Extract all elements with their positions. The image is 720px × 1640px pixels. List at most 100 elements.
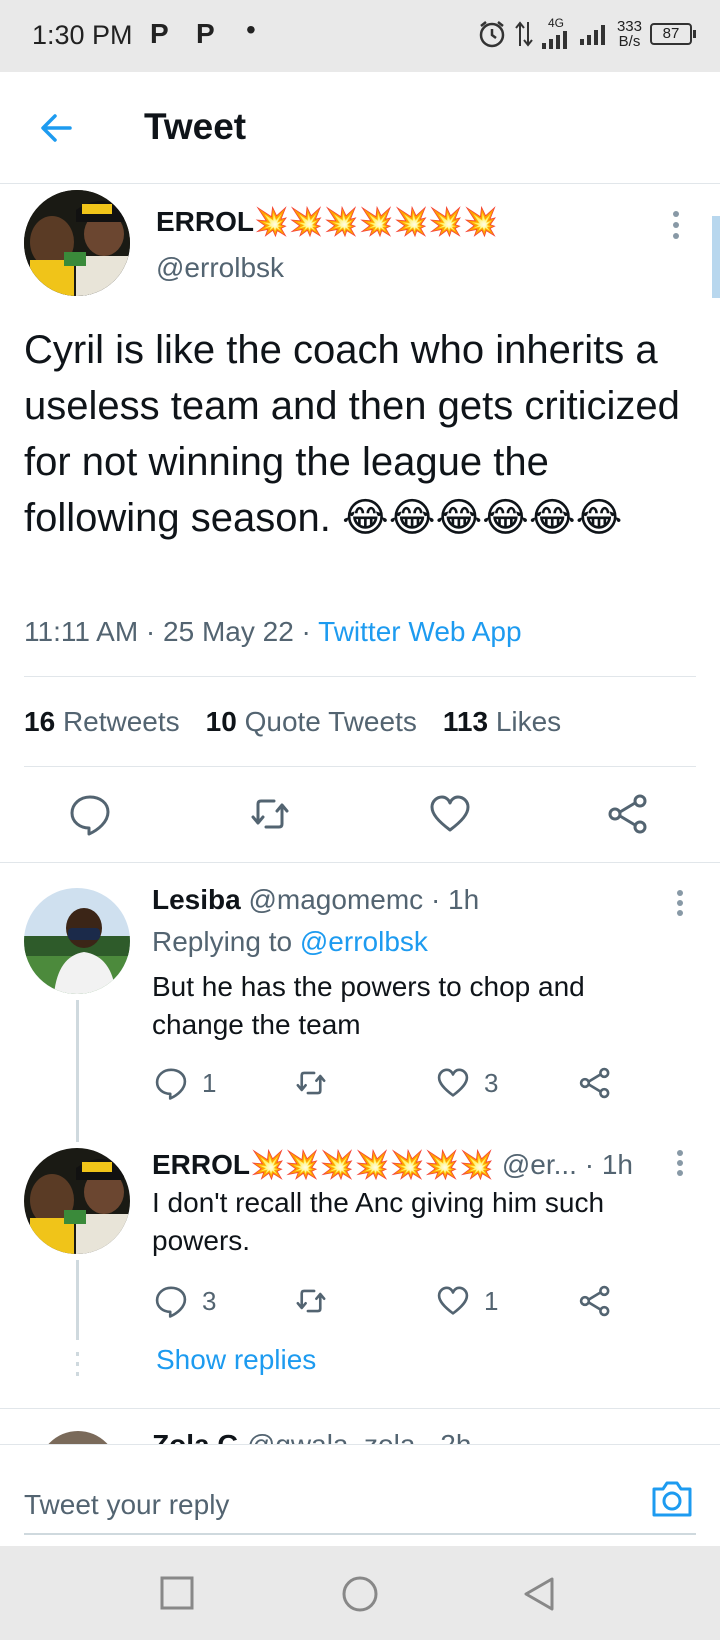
retweet-icon	[296, 1071, 326, 1095]
more-notifications-icon: •	[246, 14, 256, 45]
retweets-label: Retweets	[62, 706, 180, 737]
reply-author-name: ERROL💥💥💥💥💥💥💥	[152, 1149, 495, 1180]
back-button[interactable]	[36, 108, 76, 148]
share-icon	[608, 794, 647, 834]
more-vertical-icon	[677, 1150, 683, 1176]
like-button[interactable]: 3	[436, 1066, 498, 1100]
like-count: 1	[484, 1285, 499, 1316]
reply-author[interactable]: ERROL💥💥💥💥💥💥💥 @er... · 1h	[152, 1148, 633, 1181]
home-button[interactable]	[342, 1576, 378, 1612]
network-speed-unit: B/s	[618, 33, 641, 50]
replying-to: Replying to @errolbsk	[152, 926, 428, 958]
comment-icon	[70, 795, 110, 836]
notification-icon: P	[150, 18, 169, 49]
likes-count: 113	[442, 706, 489, 737]
reply-author-name: Lesiba	[152, 884, 241, 915]
recents-button[interactable]	[160, 1576, 194, 1610]
quote-tweets-count: 10	[205, 706, 237, 737]
network-type-label: 4G	[547, 16, 564, 30]
comment-icon	[155, 1068, 187, 1100]
reply-text: I don't recall the Anc giving him such p…	[152, 1187, 605, 1256]
divider	[0, 862, 720, 863]
tweet-timestamp: 11:11 AM · 25 May 22 ·	[24, 616, 319, 647]
share-button[interactable]	[578, 1066, 612, 1100]
tweet-text: Cyril is like the coach who inherits a u…	[24, 328, 680, 540]
share-button[interactable]	[606, 792, 650, 836]
reply-handle-time: @gwala_zola · 2h	[247, 1429, 472, 1444]
input-underline	[24, 1533, 696, 1535]
like-button[interactable]: 1	[436, 1284, 498, 1318]
like-button[interactable]	[428, 792, 472, 836]
camera-button[interactable]	[650, 1479, 694, 1519]
camera-icon	[652, 1481, 692, 1517]
avatar[interactable]	[24, 888, 130, 994]
show-replies-link[interactable]: Show replies	[156, 1344, 316, 1376]
retweets-count: 16	[24, 706, 56, 737]
retweet-icon	[251, 799, 289, 829]
top-app-bar: Tweet	[0, 72, 720, 184]
reply-button[interactable]: 3	[154, 1284, 216, 1318]
thread-dots	[76, 1372, 79, 1376]
avatar[interactable]	[24, 1148, 130, 1254]
author-name[interactable]: ERROL💥💥💥💥💥💥💥	[156, 205, 498, 238]
signal-icon	[579, 25, 605, 45]
engagement-stats: 16 Retweets 10 Quote Tweets 113 Likes	[24, 706, 561, 738]
tweet-meta: 11:11 AM · 25 May 22 · Twitter Web App	[24, 616, 522, 648]
status-time: 1:30 PM	[32, 20, 133, 50]
reply-button[interactable]: 1	[154, 1066, 216, 1100]
retweet-button[interactable]	[248, 792, 292, 836]
likes-label: Likes	[495, 706, 562, 737]
system-nav-bar	[0, 1546, 720, 1640]
avatar[interactable]	[38, 1431, 118, 1444]
more-vertical-icon	[673, 211, 679, 239]
more-options-button[interactable]	[676, 1150, 684, 1176]
more-options-button[interactable]	[672, 210, 680, 240]
quote-tweets-label: Quote Tweets	[244, 706, 417, 737]
reply-handle: @er...	[501, 1149, 577, 1180]
retweet-button[interactable]	[294, 1066, 328, 1100]
avatar[interactable]	[24, 190, 130, 296]
like-count: 3	[484, 1067, 499, 1098]
replying-to-label: Replying to	[152, 926, 300, 957]
battery-icon: 87	[650, 23, 696, 45]
divider	[24, 676, 696, 677]
heart-icon	[437, 1286, 469, 1315]
thread-line	[76, 1260, 79, 1340]
more-options-button[interactable]	[676, 890, 684, 916]
heart-icon	[437, 1068, 469, 1097]
arrow-left-icon	[41, 114, 72, 142]
retweets-stat[interactable]: 16 Retweets	[24, 706, 180, 738]
retweet-button[interactable]	[294, 1284, 328, 1318]
reply-author[interactable]: Zola G @gwala_zola · 2h	[152, 1429, 471, 1444]
reply-text: But he has the powers to chop and change…	[152, 971, 585, 1040]
quote-tweets-stat[interactable]: 10 Quote Tweets	[206, 706, 417, 738]
share-button[interactable]	[578, 1284, 612, 1318]
alarm-icon	[479, 21, 505, 48]
reply-input[interactable]: Tweet your reply	[24, 1489, 229, 1521]
back-nav-button[interactable]	[522, 1576, 556, 1612]
status-bar: 1:30 PM P P • 4G 333 B/s 87	[0, 0, 720, 72]
reply-button[interactable]	[68, 792, 112, 836]
heart-icon	[430, 795, 470, 832]
signal-icon	[541, 31, 567, 49]
reply-author[interactable]: Lesiba @magomemc · 1h	[152, 884, 479, 916]
data-transfer-icon	[515, 21, 533, 47]
thread-dots	[76, 1362, 79, 1366]
retweet-icon	[296, 1289, 326, 1313]
mention-link[interactable]: @errolbsk	[300, 926, 428, 957]
page-title: Tweet	[144, 106, 247, 147]
scrollbar[interactable]	[712, 216, 720, 298]
more-vertical-icon	[677, 890, 683, 916]
thread-dots	[76, 1352, 79, 1356]
reply-count: 3	[202, 1285, 217, 1316]
share-icon	[579, 1285, 610, 1317]
network-speed-value: 333	[616, 18, 642, 35]
notification-icon: P	[196, 18, 215, 49]
reply-count: 1	[202, 1067, 217, 1098]
divider	[24, 766, 696, 767]
tweet-source-link[interactable]: Twitter Web App	[318, 616, 521, 647]
list-item[interactable]: Zola G @gwala_zola · 2h	[0, 1409, 720, 1444]
author-handle[interactable]: @errolbsk	[156, 252, 284, 284]
likes-stat[interactable]: 113 Likes	[443, 706, 561, 738]
share-icon	[579, 1067, 610, 1099]
